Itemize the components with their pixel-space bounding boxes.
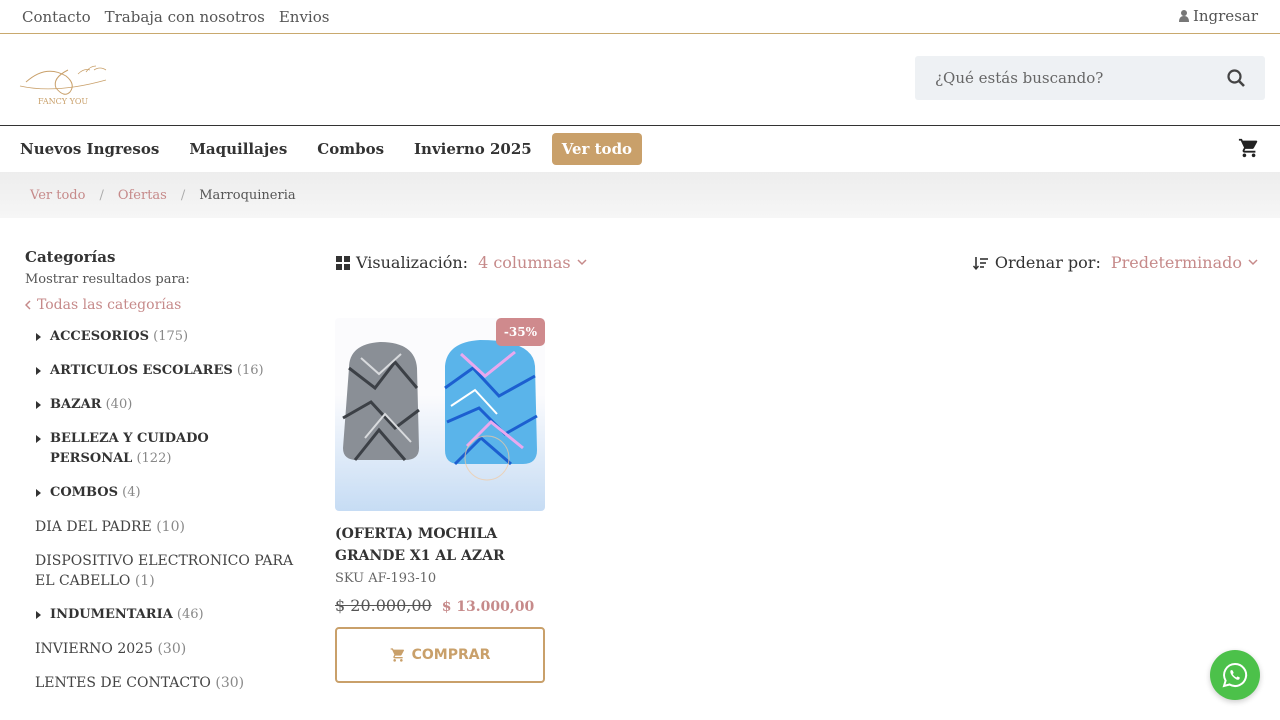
category-item[interactable]: DIA DEL PADRE (10) xyxy=(25,517,295,537)
category-name: INVIERNO 2025 xyxy=(35,641,153,657)
category-count: (46) xyxy=(176,607,204,622)
nav-nuevos-ingresos[interactable]: Nuevos Ingresos xyxy=(20,140,159,158)
brand-logo[interactable]: FANCY YOU xyxy=(16,54,118,110)
breadcrumb-separator: / xyxy=(180,187,186,203)
category-item[interactable]: INDUMENTARIA (46) xyxy=(25,605,295,625)
category-name: DISPOSITIVO ELECTRONICO PARA EL CABELLO xyxy=(35,553,294,589)
login-label: Ingresar xyxy=(1192,7,1258,25)
sort-selector[interactable]: Ordenar por: Predeterminado xyxy=(972,253,1258,272)
all-categories-link[interactable]: Todas las categorías xyxy=(25,297,295,313)
view-selector[interactable]: Visualización: 4 columnas xyxy=(336,253,587,272)
discount-badge: -35% xyxy=(495,318,545,346)
category-item[interactable]: ARTICULOS ESCOLARES (16) xyxy=(25,361,295,381)
breadcrumb-separator: / xyxy=(99,187,104,203)
nav-combos[interactable]: Combos xyxy=(317,140,384,158)
breadcrumb-current: Marroquineria xyxy=(199,187,296,203)
category-name: DIA DEL PADRE xyxy=(35,519,152,535)
category-count: (30) xyxy=(215,675,245,691)
product-image[interactable]: -35% xyxy=(335,318,545,511)
product-prices: $ 20.000,00 $ 13.000,00 xyxy=(335,596,545,615)
cart-button[interactable] xyxy=(1238,137,1260,163)
svg-text:FANCY YOU: FANCY YOU xyxy=(38,97,88,106)
category-item[interactable]: BAZAR (40) xyxy=(25,395,295,415)
top-bar: Contacto Trabaja con nosotros Envios Ing… xyxy=(0,0,1280,34)
grid-icon xyxy=(336,255,350,270)
category-sidebar: Categorías Mostrar resultados para: Toda… xyxy=(25,248,295,707)
sidebar-subtitle: Mostrar resultados para: xyxy=(25,272,190,287)
category-name: BELLEZA Y CUIDADO PERSONAL xyxy=(50,431,209,466)
category-count: (1) xyxy=(134,573,155,589)
chevron-left-icon xyxy=(25,300,31,310)
category-name: INDUMENTARIA xyxy=(50,607,173,622)
search-input[interactable] xyxy=(935,69,1227,87)
nav-ver-todo-button[interactable]: Ver todo xyxy=(551,133,643,165)
nav-invierno-2025[interactable]: Invierno 2025 xyxy=(414,140,532,158)
sort-value: Predeterminado xyxy=(1110,253,1242,272)
product-title[interactable]: (OFERTA) MOCHILA GRANDE X1 AL AZAR xyxy=(335,523,545,567)
view-label: Visualización: xyxy=(356,253,469,272)
sort-label: Ordenar por: xyxy=(994,253,1101,272)
category-count: (4) xyxy=(122,485,141,500)
old-price: $ 20.000,00 xyxy=(335,596,432,615)
sale-price: $ 13.000,00 xyxy=(441,599,535,615)
login-link[interactable]: Ingresar xyxy=(1178,7,1258,25)
category-name: ACCESORIOS xyxy=(50,329,149,344)
link-contacto[interactable]: Contacto xyxy=(22,8,91,26)
category-item[interactable]: DISPOSITIVO ELECTRONICO PARA EL CABELLO … xyxy=(25,551,295,591)
category-name: COMBOS xyxy=(50,485,119,500)
cart-icon xyxy=(390,648,404,662)
search-icon[interactable] xyxy=(1227,69,1245,87)
cart-icon xyxy=(1238,138,1258,158)
sidebar-title: Categorías xyxy=(25,248,116,266)
link-envios[interactable]: Envios xyxy=(279,8,330,26)
buy-label: COMPRAR xyxy=(411,647,491,663)
breadcrumb-ver-todo[interactable]: Ver todo xyxy=(30,188,85,203)
main-nav: Nuevos Ingresos Maquillajes Combos Invie… xyxy=(0,126,1280,172)
buy-button[interactable]: COMPRAR xyxy=(335,627,545,683)
product-sku: SKU AF-193-10 xyxy=(335,571,437,586)
category-item[interactable]: COMBOS (4) xyxy=(25,483,295,503)
whatsapp-button[interactable] xyxy=(1210,650,1260,700)
category-count: (122) xyxy=(136,451,172,466)
whatsapp-icon xyxy=(1222,662,1248,688)
link-trabaja[interactable]: Trabaja con nosotros xyxy=(105,8,265,26)
all-categories-label: Todas las categorías xyxy=(37,297,182,313)
nav-maquillajes[interactable]: Maquillajes xyxy=(189,140,287,158)
search-bar xyxy=(915,56,1265,100)
breadcrumb: Ver todo / Ofertas / Marroquineria xyxy=(0,172,1280,218)
sort-icon xyxy=(972,256,988,270)
category-count: (16) xyxy=(236,363,264,378)
breadcrumb-ofertas[interactable]: Ofertas xyxy=(118,188,167,203)
category-count: (40) xyxy=(105,397,133,412)
category-name: ARTICULOS ESCOLARES xyxy=(50,363,233,378)
header: FANCY YOU xyxy=(0,34,1280,126)
category-item[interactable]: ACCESORIOS (175) xyxy=(25,327,295,347)
chevron-down-icon xyxy=(577,259,587,266)
category-item[interactable]: BELLEZA Y CUIDADO PERSONAL (122) xyxy=(25,429,295,469)
category-count: (10) xyxy=(156,519,185,535)
category-count: (175) xyxy=(153,329,189,344)
category-name: BAZAR xyxy=(50,397,102,412)
category-item[interactable]: LENTES DE CONTACTO (30) xyxy=(25,673,295,693)
view-value: 4 columnas xyxy=(478,253,571,272)
category-item[interactable]: INVIERNO 2025 (30) xyxy=(25,639,295,659)
user-icon xyxy=(1178,10,1189,22)
product-card: -35% (OFERTA) MOCHILA GRANDE X1 AL AZAR … xyxy=(335,318,545,683)
category-count: (30) xyxy=(157,641,187,657)
category-name: LENTES DE CONTACTO xyxy=(35,675,211,691)
chevron-down-icon xyxy=(1248,259,1258,266)
